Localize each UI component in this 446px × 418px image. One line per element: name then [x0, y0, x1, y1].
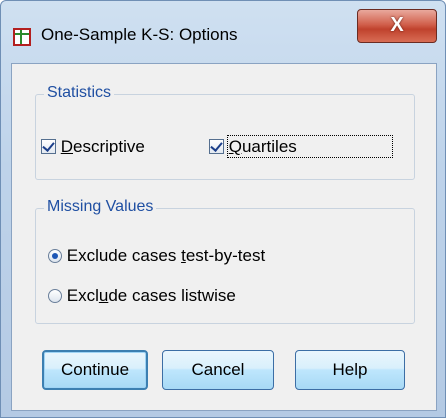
statistics-group: Statistics Descriptive Quartiles: [35, 84, 415, 180]
spss-app-icon: [13, 28, 31, 46]
quartiles-checkbox[interactable]: Quartiles: [209, 135, 394, 158]
radio-selected-icon[interactable]: [48, 249, 62, 263]
exclude-listwise-radio[interactable]: Exclude cases listwise: [48, 286, 236, 306]
dialog-body: Statistics Descriptive Quartiles Missing…: [11, 63, 437, 411]
statistics-legend: Statistics: [44, 84, 115, 102]
quartiles-mnemonic: Q: [228, 137, 242, 156]
title-bar[interactable]: One-Sample K-S: Options X: [1, 1, 445, 63]
checkbox-checked-icon[interactable]: [209, 139, 224, 154]
descriptive-mnemonic: D: [60, 137, 74, 156]
window-title: One-Sample K-S: Options: [41, 25, 238, 44]
dialog-window: One-Sample K-S: Options X Statistics Des…: [0, 0, 446, 418]
help-button[interactable]: Help: [295, 350, 405, 390]
missing-values-group: Missing Values Exclude cases test-by-tes…: [35, 198, 415, 324]
quartiles-label-focus: Quartiles: [226, 135, 394, 158]
radio-unselected-icon[interactable]: [48, 289, 62, 303]
continue-button[interactable]: Continue: [42, 350, 148, 390]
descriptive-label: escriptive: [73, 137, 145, 156]
cancel-button[interactable]: Cancel: [162, 350, 274, 390]
exclude-test-by-test-radio[interactable]: Exclude cases test-by-test: [48, 246, 265, 266]
quartiles-label: uartiles: [241, 137, 297, 156]
close-button[interactable]: X: [357, 9, 437, 43]
descriptive-checkbox[interactable]: Descriptive: [41, 137, 145, 157]
checkbox-checked-icon[interactable]: [41, 139, 56, 154]
missing-values-legend: Missing Values: [44, 198, 157, 216]
